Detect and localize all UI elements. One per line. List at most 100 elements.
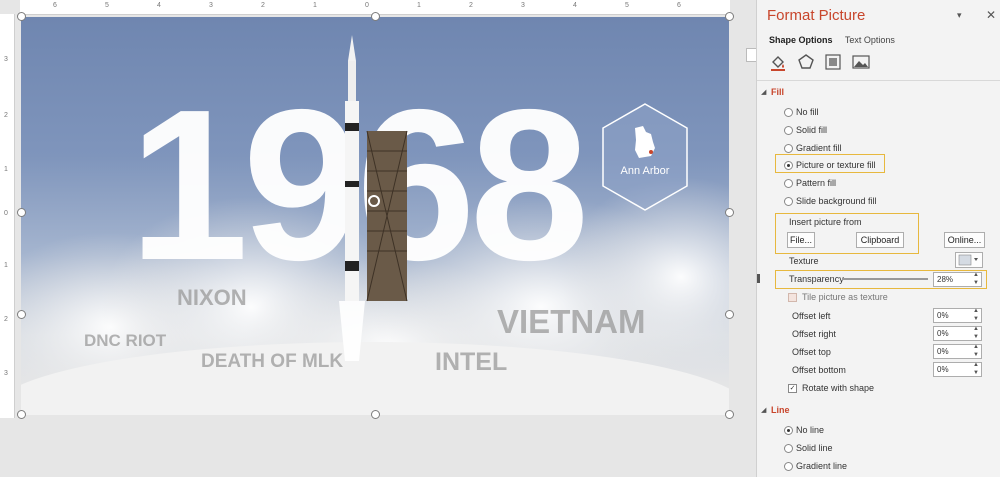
ruler-number: 2 <box>469 2 473 9</box>
texture-swatch-icon <box>958 254 978 266</box>
fill-line-icon[interactable] <box>769 53 787 71</box>
tab-text-options[interactable]: Text Options <box>845 35 895 45</box>
resize-handle[interactable] <box>17 12 26 21</box>
radio-slide-background-fill[interactable] <box>784 197 793 206</box>
label-gradient-fill: Gradient fill <box>796 143 842 153</box>
pane-content[interactable]: ◢ Fill No fill Solid fill Gradient fill … <box>757 81 1000 477</box>
pane-title: Format Picture <box>767 7 866 24</box>
vertical-ruler[interactable]: 3 2 1 0 1 2 3 <box>0 14 15 418</box>
rotate-with-shape-label: Rotate with shape <box>802 383 875 393</box>
offset-top-value: 0% <box>937 347 949 356</box>
size-properties-icon[interactable] <box>824 53 842 71</box>
radio-no-fill[interactable] <box>784 108 793 117</box>
ruler-number: 5 <box>105 2 109 9</box>
resize-handle[interactable] <box>725 310 734 319</box>
word-intel: INTEL <box>435 348 508 376</box>
word-death-of-mlk: DEATH OF MLK <box>201 351 344 372</box>
transparency-slider-thumb[interactable] <box>757 274 760 283</box>
offset-bottom-label: Offset bottom <box>792 365 846 375</box>
format-picture-pane: Format Picture ▾ ✕ Shape Options Text Op… <box>756 0 1000 477</box>
resize-handle[interactable] <box>17 310 26 319</box>
spinner-arrows-icon[interactable]: ▲ ▼ <box>973 361 979 377</box>
picture-icon[interactable] <box>851 53 870 71</box>
spinner-arrows-icon[interactable]: ▲ ▼ <box>973 271 979 287</box>
file-button[interactable]: File... <box>787 232 815 248</box>
spinner-arrows-icon[interactable]: ▲ ▼ <box>973 325 979 341</box>
fill-section-header[interactable]: Fill <box>771 87 784 97</box>
resize-handle[interactable] <box>725 208 734 217</box>
spinner-arrows-icon[interactable]: ▲ ▼ <box>973 307 979 323</box>
label-solid-line: Solid line <box>796 443 833 453</box>
ruler-number: 2 <box>4 316 8 323</box>
effects-icon[interactable] <box>797 53 815 71</box>
online-button[interactable]: Online... <box>944 232 985 248</box>
line-section-header[interactable]: Line <box>771 405 790 415</box>
ruler-number: 1 <box>4 262 8 269</box>
location-badge <box>602 103 688 211</box>
offset-left-label: Offset left <box>792 311 831 321</box>
tile-texture-checkbox[interactable] <box>788 293 797 302</box>
ruler-number: 2 <box>261 2 265 9</box>
clipboard-button[interactable]: Clipboard <box>856 232 904 248</box>
tab-shape-options[interactable]: Shape Options <box>769 35 833 45</box>
offset-right-input[interactable]: 0% ▲ ▼ <box>933 326 982 341</box>
transparency-label: Transparency <box>789 274 844 284</box>
offset-bottom-value: 0% <box>937 365 949 374</box>
offset-left-input[interactable]: 0% ▲ ▼ <box>933 308 982 323</box>
texture-label: Texture <box>789 256 819 266</box>
offset-right-label: Offset right <box>792 329 836 339</box>
radio-gradient-line[interactable] <box>784 462 793 471</box>
label-gradient-line: Gradient line <box>796 461 848 471</box>
ruler-number: 6 <box>53 2 57 9</box>
rotate-with-shape-checkbox[interactable]: ✓ <box>788 384 797 393</box>
offset-top-input[interactable]: 0% ▲ ▼ <box>933 344 982 359</box>
label-picture-fill: Picture or texture fill <box>796 160 876 170</box>
ruler-number: 3 <box>4 370 8 377</box>
ruler-number: 3 <box>209 2 213 9</box>
offset-right-value: 0% <box>937 329 949 338</box>
resize-handle[interactable] <box>725 12 734 21</box>
badge-label: Ann Arbor <box>620 165 670 177</box>
close-icon[interactable]: ✕ <box>986 8 996 22</box>
ruler-number: 3 <box>521 2 525 9</box>
radio-no-line[interactable] <box>784 426 793 435</box>
label-slide-background-fill: Slide background fill <box>796 196 877 206</box>
resize-handle[interactable] <box>17 208 26 217</box>
transparency-input[interactable]: 28% ▲ ▼ <box>933 272 982 287</box>
ruler-number: 5 <box>625 2 629 9</box>
ruler-number: 4 <box>157 2 161 9</box>
ruler-number: 6 <box>677 2 681 9</box>
offset-bottom-input[interactable]: 0% ▲ ▼ <box>933 362 982 377</box>
resize-handle[interactable] <box>17 410 26 419</box>
spinner-arrows-icon[interactable]: ▲ ▼ <box>973 343 979 359</box>
label-solid-fill: Solid fill <box>796 125 828 135</box>
word-dnc-riot: DNC RIOT <box>84 331 167 350</box>
collapse-caret-icon[interactable]: ◢ <box>761 406 766 414</box>
radio-solid-line[interactable] <box>784 444 793 453</box>
ruler-number: 1 <box>313 2 317 9</box>
collapse-caret-icon[interactable]: ◢ <box>761 88 766 96</box>
insert-picture-from-label: Insert picture from <box>789 217 862 227</box>
slide-picture[interactable]: 1968 Ann Arbor NIXON DNC RIOT <box>21 17 729 415</box>
ruler-number: 0 <box>4 210 8 217</box>
transparency-slider[interactable] <box>842 278 928 280</box>
ruler-number: 0 <box>365 2 369 9</box>
resize-handle[interactable] <box>371 12 380 21</box>
radio-picture-fill[interactable] <box>784 161 793 170</box>
ruler-number: 2 <box>4 112 8 119</box>
radio-gradient-fill[interactable] <box>784 144 793 153</box>
resize-handle[interactable] <box>371 410 380 419</box>
texture-dropdown[interactable] <box>955 252 983 268</box>
radio-pattern-fill[interactable] <box>784 179 793 188</box>
resize-handle[interactable] <box>725 410 734 419</box>
ruler-number: 1 <box>417 2 421 9</box>
label-pattern-fill: Pattern fill <box>796 178 837 188</box>
pane-options-chevron-icon[interactable]: ▾ <box>957 10 962 21</box>
ruler-number: 1 <box>4 166 8 173</box>
ruler-number: 3 <box>4 56 8 63</box>
offset-left-value: 0% <box>937 311 949 320</box>
tile-texture-label: Tile picture as texture <box>802 292 888 302</box>
label-no-line: No line <box>796 425 825 435</box>
offset-top-label: Offset top <box>792 347 831 357</box>
radio-solid-fill[interactable] <box>784 126 793 135</box>
